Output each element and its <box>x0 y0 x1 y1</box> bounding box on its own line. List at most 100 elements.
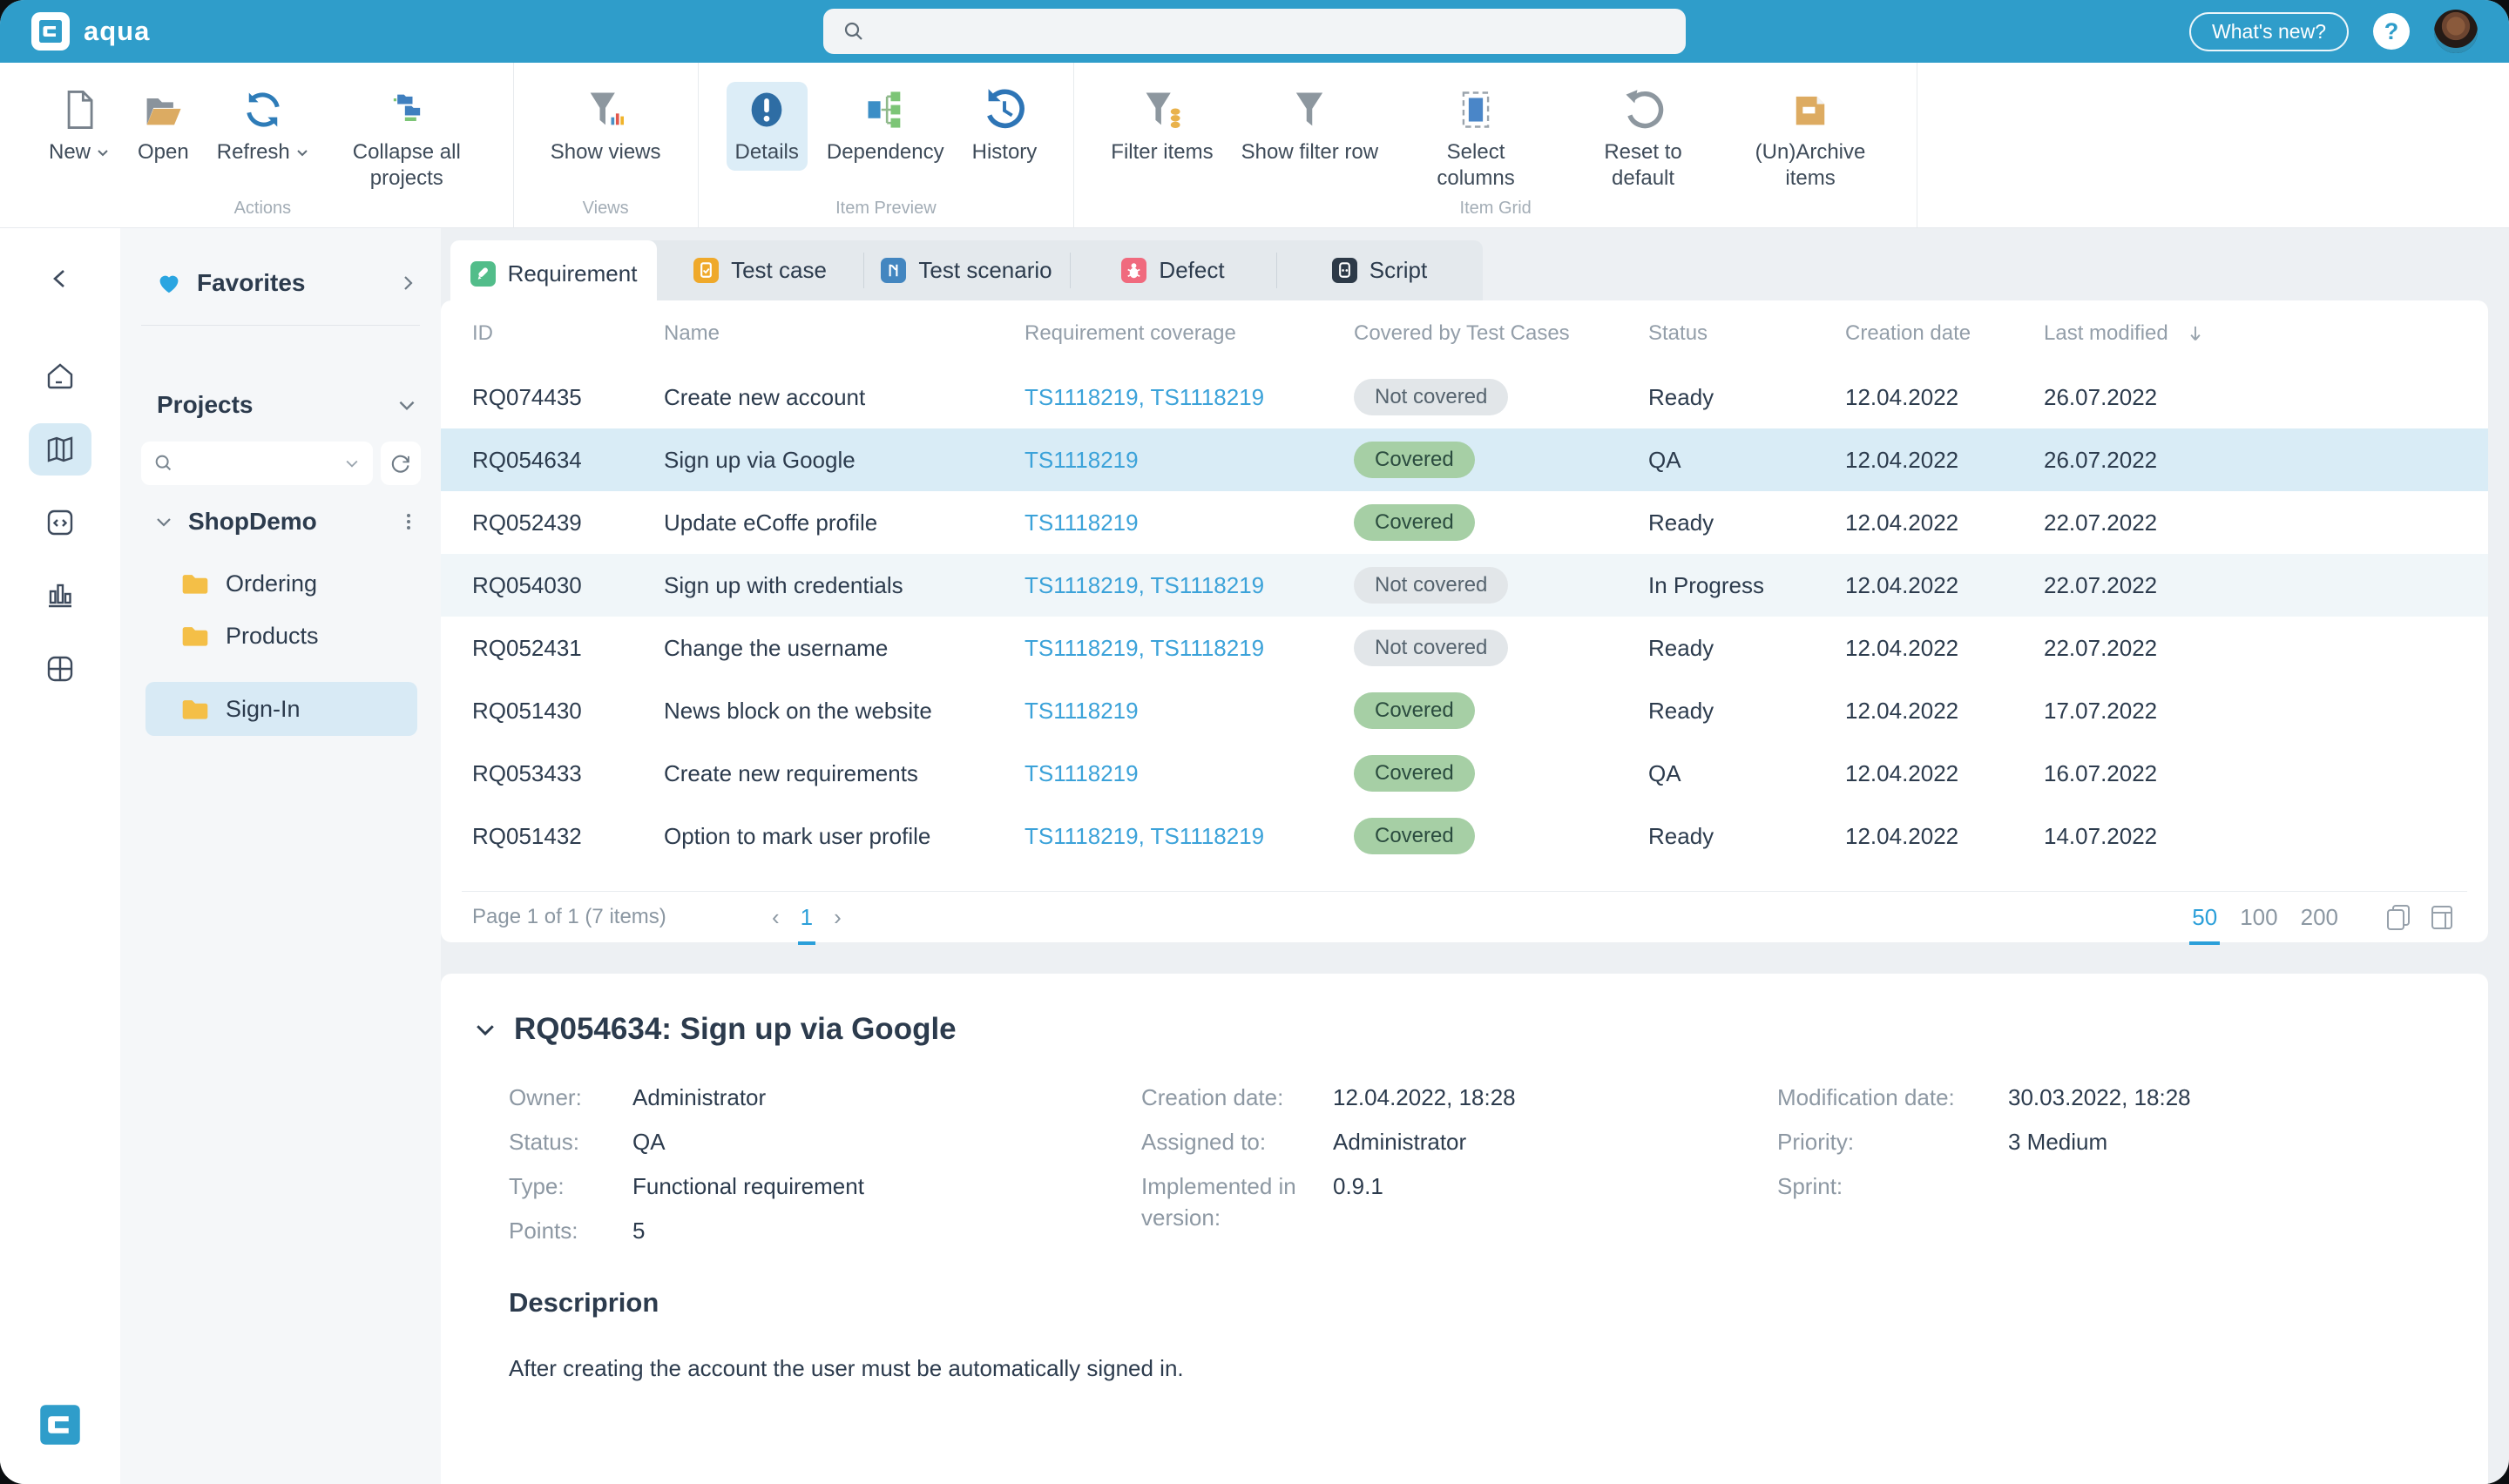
tree-node-shopdemo[interactable]: ShopDemo <box>120 502 441 542</box>
coverage-link[interactable]: TS1118219 <box>1025 698 1354 725</box>
dependency-label: Dependency <box>827 139 944 165</box>
dependency-button[interactable]: Dependency <box>818 82 953 171</box>
chevron-down-icon <box>295 145 309 159</box>
collapse-all-projects-button[interactable]: Collapse all projects <box>328 82 485 197</box>
show-views-button[interactable]: Show views <box>542 82 670 171</box>
show-views-label: Show views <box>551 139 661 165</box>
search-icon <box>842 20 865 43</box>
coverage-link[interactable]: TS1118219, TS1118219 <box>1025 823 1354 850</box>
project-refresh-button[interactable] <box>381 442 421 485</box>
open-button[interactable]: Open <box>129 82 198 171</box>
group-label-actions: Actions <box>12 199 513 219</box>
details-button[interactable]: Details <box>727 82 808 171</box>
column-header-id[interactable]: ID <box>472 321 664 346</box>
chevron-down-icon[interactable] <box>343 455 361 472</box>
user-avatar[interactable] <box>2434 10 2478 53</box>
folder-item-ordering[interactable]: Ordering <box>145 559 417 608</box>
coverage-link[interactable]: TS1118219 <box>1025 447 1354 474</box>
filter-items-button[interactable]: Filter items <box>1102 82 1221 171</box>
whats-new-button[interactable]: What's new? <box>2189 12 2349 51</box>
field-label-implemented-in-version: Implemented in version: <box>1141 1170 1333 1233</box>
refresh-label: Refresh <box>217 139 290 165</box>
reset-to-default-button[interactable]: Reset to default <box>1565 82 1721 197</box>
tab-test-case[interactable]: Test case <box>657 240 863 300</box>
table-row[interactable]: RQ051432 Option to mark user profile TS1… <box>441 805 2488 867</box>
tab-requirement[interactable]: Requirement <box>450 240 657 307</box>
rail-item-projects[interactable] <box>29 423 91 476</box>
table-header-row: ID Name Requirement coverage Covered by … <box>441 300 2488 366</box>
global-search-input[interactable] <box>823 9 1686 54</box>
table-row[interactable]: RQ051430 News block on the website TS111… <box>441 679 2488 742</box>
table-row[interactable]: RQ074435 Create new account TS1118219, T… <box>441 366 2488 428</box>
collapse-sidebar-button[interactable] <box>29 253 91 305</box>
tab-label: Defect <box>1159 257 1224 284</box>
field-value-priority: 3 Medium <box>2008 1126 2107 1157</box>
collapse-details-chevron-icon[interactable] <box>472 1016 498 1042</box>
table-row-selected[interactable]: RQ054634 Sign up via Google TS1118219 Co… <box>441 428 2488 491</box>
export-grid-icon[interactable] <box>2427 902 2457 932</box>
column-header-coverage[interactable]: Requirement coverage <box>1025 321 1354 346</box>
field-label-modification-date: Modification date: <box>1777 1082 2008 1113</box>
page-number-1[interactable]: 1 <box>801 904 813 931</box>
table-row[interactable]: RQ053433 Create new requirements TS11182… <box>441 742 2488 805</box>
coverage-link[interactable]: TS1118219, TS1118219 <box>1025 384 1354 411</box>
brand[interactable]: aqua <box>31 12 150 51</box>
toolbar-group-actions: New Open Refresh Collapse <box>12 63 514 227</box>
kebab-menu-icon[interactable] <box>399 512 418 531</box>
rail-item-reports[interactable] <box>29 568 91 620</box>
refresh-button[interactable]: Refresh <box>208 82 318 171</box>
folder-icon <box>180 570 210 597</box>
next-page-button[interactable]: › <box>834 904 842 931</box>
select-columns-button[interactable]: Select columns <box>1397 82 1554 197</box>
projects-header[interactable]: Projects <box>120 385 441 425</box>
show-filter-row-button[interactable]: Show filter row <box>1233 82 1387 171</box>
sort-descending-icon <box>2184 322 2207 345</box>
divider <box>141 325 420 326</box>
history-button[interactable]: History <box>964 82 1046 171</box>
chevron-right-icon <box>397 273 418 293</box>
column-header-covered[interactable]: Covered by Test Cases <box>1354 321 1648 346</box>
refresh-icon <box>389 452 412 475</box>
cell-created: 12.04.2022 <box>1845 698 2044 725</box>
cell-created: 12.04.2022 <box>1845 572 2044 599</box>
cell-status: Ready <box>1648 509 1845 536</box>
chevron-down-icon[interactable] <box>153 511 174 532</box>
filter-items-icon <box>1140 87 1185 132</box>
unarchive-items-button[interactable]: (Un)Archive items <box>1732 82 1889 197</box>
open-folder-icon <box>140 87 186 132</box>
tab-test-scenario[interactable]: Test scenario <box>863 240 1070 300</box>
coverage-link[interactable]: TS1118219, TS1118219 <box>1025 635 1354 662</box>
tab-script[interactable]: Script <box>1276 240 1483 300</box>
reset-default-icon <box>1620 87 1666 132</box>
column-header-status[interactable]: Status <box>1648 321 1845 346</box>
column-header-created[interactable]: Creation date <box>1845 321 2044 346</box>
cell-modified: 26.07.2022 <box>2044 447 2467 474</box>
cell-status: In Progress <box>1648 572 1845 599</box>
prev-page-button[interactable]: ‹ <box>772 904 780 931</box>
column-header-name[interactable]: Name <box>664 321 1025 346</box>
rail-item-scripts[interactable] <box>29 496 91 548</box>
page-size-50[interactable]: 50 <box>2192 904 2217 931</box>
table-row[interactable]: RQ052439 Update eCoffe profile TS1118219… <box>441 491 2488 554</box>
coverage-link[interactable]: TS1118219 <box>1025 760 1354 787</box>
tab-defect[interactable]: Defect <box>1070 240 1276 300</box>
project-search-input[interactable] <box>141 442 373 485</box>
coverage-link[interactable]: TS1118219, TS1118219 <box>1025 572 1354 599</box>
rail-item-home[interactable] <box>29 350 91 402</box>
favorites-header[interactable]: Favorites <box>120 263 441 303</box>
table-row[interactable]: RQ054030 Sign up with credentials TS1118… <box>441 554 2488 617</box>
help-button[interactable]: ? <box>2373 13 2410 50</box>
page-size-200[interactable]: 200 <box>2301 904 2338 931</box>
coverage-link[interactable]: TS1118219 <box>1025 509 1354 536</box>
new-button[interactable]: New <box>40 82 118 171</box>
table-row[interactable]: RQ052431 Change the username TS1118219, … <box>441 617 2488 679</box>
page-size-100[interactable]: 100 <box>2240 904 2277 931</box>
copy-icon[interactable] <box>2384 902 2413 932</box>
folder-item-sign-in[interactable]: Sign-In <box>145 682 417 736</box>
field-value-creation-date: 12.04.2022, 18:28 <box>1333 1082 1516 1113</box>
folder-item-products[interactable]: Products <box>145 611 417 660</box>
cell-modified: 26.07.2022 <box>2044 384 2467 411</box>
rail-item-dashboards[interactable] <box>29 643 91 695</box>
new-document-icon <box>57 87 102 132</box>
column-header-modified[interactable]: Last modified <box>2044 321 2467 346</box>
